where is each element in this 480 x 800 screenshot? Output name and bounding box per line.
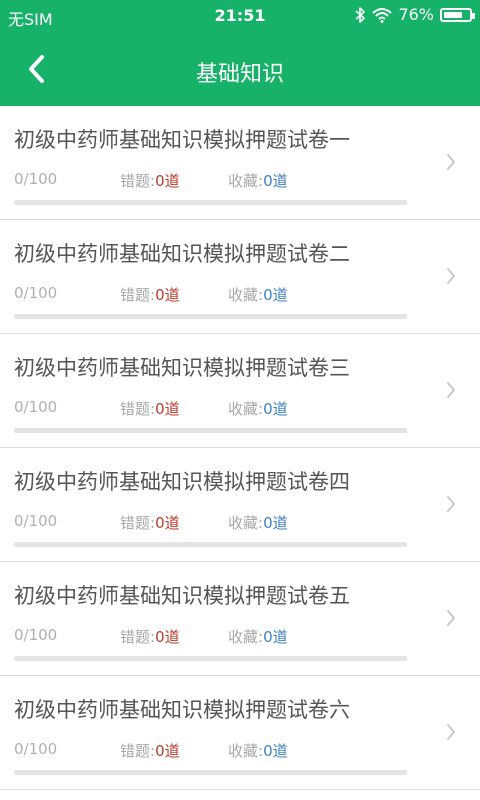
wrong-label: 错题: [120, 742, 156, 760]
chevron-right-icon [447, 610, 455, 626]
progress-bar [14, 770, 407, 775]
progress-count: 0/100 [14, 398, 58, 416]
battery-percent: 76% [398, 5, 434, 24]
progress-count: 0/100 [14, 284, 58, 302]
wrong-count: 错题:0道 [120, 284, 180, 305]
favorite-value: 0道 [263, 172, 288, 190]
battery-icon [440, 7, 475, 22]
exam-list: 初级中药师基础知识模拟押题试卷一 0/100 错题:0道 收藏:0道 初级中药师基础知识… [0, 106, 480, 790]
wrong-count: 错题:0道 [120, 170, 180, 191]
wrong-value: 0道 [155, 628, 180, 646]
favorite-count: 收藏:0道 [228, 170, 288, 191]
favorite-value: 0道 [263, 286, 288, 304]
favorite-count: 收藏:0道 [228, 512, 288, 533]
chevron-right-icon [447, 154, 455, 170]
progress-count: 0/100 [14, 170, 58, 188]
exam-list-item[interactable]: 初级中药师基础知识模拟押题试卷一 0/100 错题:0道 收藏:0道 [0, 106, 480, 220]
wrong-label: 错题: [120, 172, 156, 190]
wrong-count: 错题:0道 [120, 740, 180, 761]
progress-bar [14, 656, 407, 661]
chevron-right-icon [447, 724, 455, 740]
chevron-right-icon [447, 382, 455, 398]
progress-bar [14, 428, 407, 433]
favorite-value: 0道 [263, 400, 288, 418]
wrong-label: 错题: [120, 628, 156, 646]
nav-bar: 基础知识 [0, 32, 480, 106]
exam-list-item[interactable]: 初级中药师基础知识模拟押题试卷三 0/100 错题:0道 收藏:0道 [0, 334, 480, 448]
favorite-value: 0道 [263, 514, 288, 532]
battery-fill [444, 11, 463, 18]
wrong-value: 0道 [155, 742, 180, 760]
progress-bar [14, 542, 407, 547]
wrong-label: 错题: [120, 286, 156, 304]
exam-list-item[interactable]: 初级中药师基础知识模拟押题试卷五 0/100 错题:0道 收藏:0道 [0, 562, 480, 676]
favorite-label: 收藏: [228, 514, 264, 532]
bluetooth-icon [355, 6, 366, 23]
exam-list-item[interactable]: 初级中药师基础知识模拟押题试卷四 0/100 错题:0道 收藏:0道 [0, 448, 480, 562]
page-title: 基础知识 [195, 62, 284, 87]
exam-title: 初级中药师基础知识模拟押题试卷三 [14, 356, 350, 380]
wifi-icon [372, 7, 393, 23]
wrong-value: 0道 [155, 400, 180, 418]
favorite-label: 收藏: [228, 742, 264, 760]
favorite-label: 收藏: [228, 400, 264, 418]
chevron-right-icon [447, 496, 455, 512]
exam-title: 初级中药师基础知识模拟押题试卷二 [14, 242, 350, 266]
progress-bar [14, 200, 407, 205]
favorite-label: 收藏: [228, 286, 264, 304]
wrong-label: 错题: [120, 400, 156, 418]
wrong-value: 0道 [155, 514, 180, 532]
exam-list-item[interactable]: 初级中药师基础知识模拟押题试卷二 0/100 错题:0道 收藏:0道 [0, 220, 480, 334]
progress-count: 0/100 [14, 512, 58, 530]
exam-title: 初级中药师基础知识模拟押题试卷一 [14, 128, 350, 152]
wrong-value: 0道 [155, 286, 180, 304]
wrong-label: 错题: [120, 514, 156, 532]
wrong-count: 错题:0道 [120, 512, 180, 533]
favorite-count: 收藏:0道 [228, 398, 288, 419]
wrong-count: 错题:0道 [120, 626, 180, 647]
favorite-value: 0道 [263, 628, 288, 646]
exam-title: 初级中药师基础知识模拟押题试卷四 [14, 470, 350, 494]
progress-bar [14, 314, 407, 319]
exam-title: 初级中药师基础知识模拟押题试卷六 [14, 698, 350, 722]
progress-count: 0/100 [14, 626, 58, 644]
progress-count: 0/100 [14, 740, 58, 758]
wrong-count: 错题:0道 [120, 398, 180, 419]
exam-title: 初级中药师基础知识模拟押题试卷五 [14, 584, 350, 608]
wrong-value: 0道 [155, 172, 180, 190]
favorite-value: 0道 [263, 742, 288, 760]
favorite-label: 收藏: [228, 172, 264, 190]
favorite-count: 收藏:0道 [228, 626, 288, 647]
favorite-count: 收藏:0道 [228, 740, 288, 761]
status-bar: 无SIM 21:51 76% [0, 0, 480, 32]
status-indicators: 76% [354, 5, 475, 24]
chevron-right-icon [447, 268, 455, 284]
favorite-label: 收藏: [228, 628, 264, 646]
exam-list-item[interactable]: 初级中药师基础知识模拟押题试卷六 0/100 错题:0道 收藏:0道 [0, 676, 480, 790]
favorite-count: 收藏:0道 [228, 284, 288, 305]
